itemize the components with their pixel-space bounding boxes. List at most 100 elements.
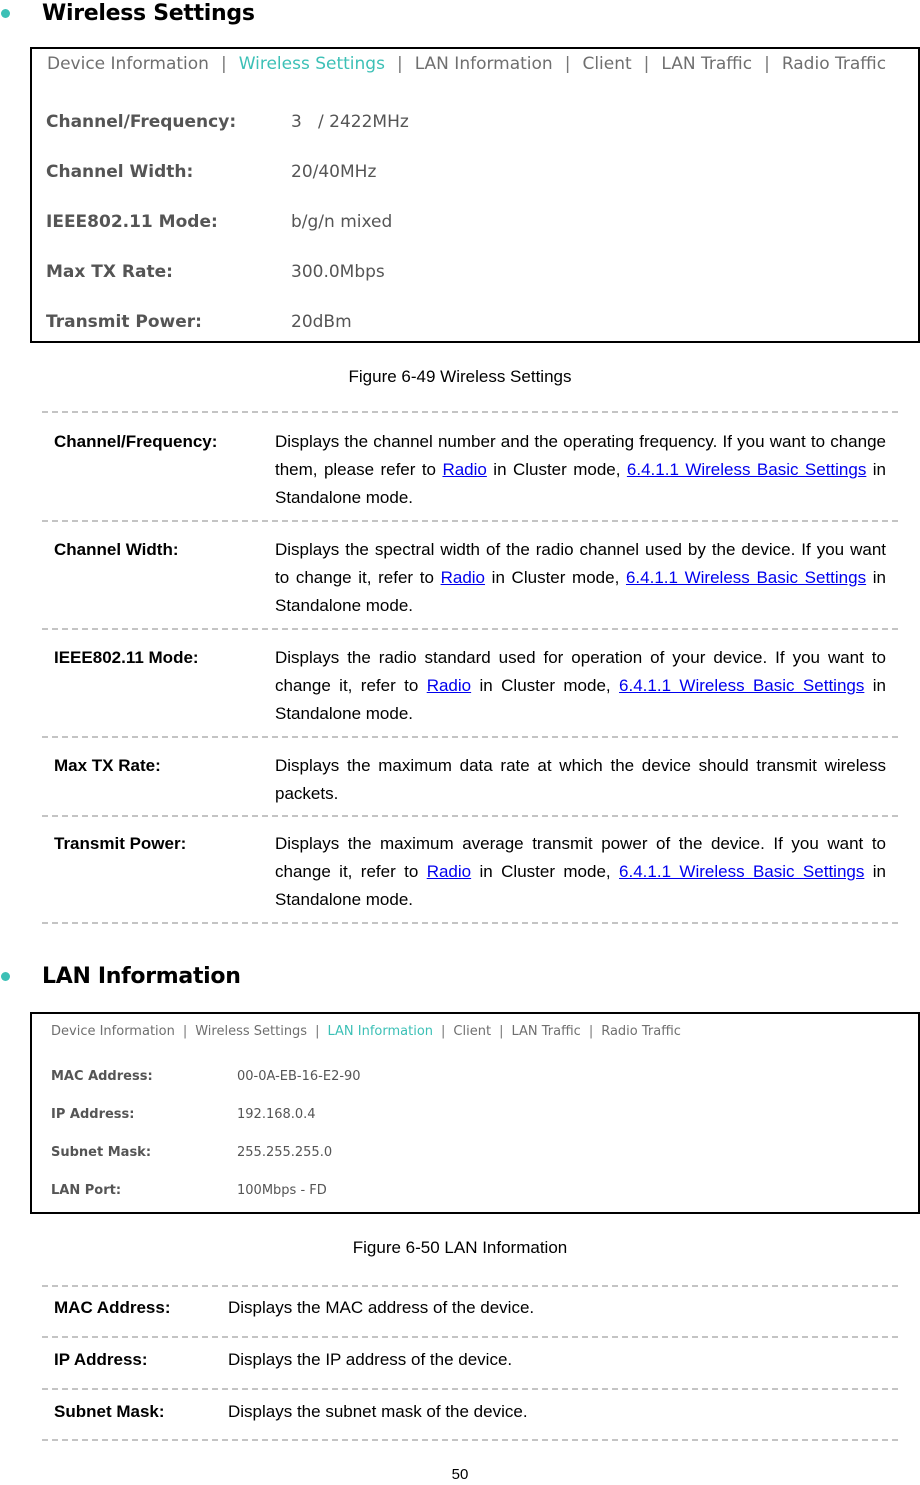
info-row-channel-frequency: Channel/Frequency: 3 / 2422MHz <box>46 112 409 132</box>
link-6-4-1-1-wireless-basic-settings[interactable]: 6.4.1.1 Wireless Basic Settings <box>619 862 864 881</box>
tab-lan-traffic[interactable]: LAN Traffic <box>661 54 752 74</box>
tab-separator: | <box>182 1024 188 1039</box>
definition-term: Channel Width: <box>54 540 179 559</box>
info-row-transmit-power: Transmit Power: 20dBm <box>46 312 352 332</box>
info-value: 192.168.0.4 <box>237 1107 316 1122</box>
section-heading-wireless-settings: Wireless Settings <box>0 0 255 26</box>
tab-radio-traffic[interactable]: Radio Traffic <box>601 1024 681 1039</box>
tab-lan-information[interactable]: LAN Information <box>327 1024 433 1039</box>
dashed-divider <box>42 1285 898 1287</box>
wireless-settings-screenshot: Device Information | Wireless Settings | LAN… <box>30 47 920 343</box>
info-row-channel-width: Channel Width: 20/40MHz <box>46 162 376 182</box>
definition-subnet-mask: Subnet Mask: Displays the subnet mask of … <box>42 1398 898 1426</box>
info-row-subnet-mask: Subnet Mask: 255.255.255.0 <box>51 1145 332 1160</box>
tab-separator: | <box>564 54 571 74</box>
info-row-ieee802-11-mode: IEEE802.11 Mode: b/g/n mixed <box>46 212 392 232</box>
tab-separator: | <box>315 1024 320 1039</box>
link-radio[interactable]: Radio <box>427 676 471 695</box>
tab-separator: | <box>643 54 650 74</box>
link-radio[interactable]: Radio <box>427 862 471 881</box>
link-6-4-1-1-wireless-basic-settings[interactable]: 6.4.1.1 Wireless Basic Settings <box>626 568 866 587</box>
tab-client[interactable]: Client <box>453 1024 491 1039</box>
definition-description: Displays the MAC address of the device. <box>228 1298 535 1317</box>
definition-description: Displays the maximum average transmit po… <box>275 834 886 909</box>
bullet-icon <box>1 971 10 981</box>
definition-term: MAC Address: <box>54 1298 171 1317</box>
definition-term: IEEE802.11 Mode: <box>54 648 199 667</box>
info-value: 20dBm <box>291 312 352 332</box>
definition-mac-address: MAC Address: Displays the MAC address of … <box>42 1294 898 1322</box>
definition-term: Max TX Rate: <box>54 756 161 775</box>
tab-lan-information[interactable]: LAN Information <box>415 54 553 74</box>
link-6-4-1-1-wireless-basic-settings[interactable]: 6.4.1.1 Wireless Basic Settings <box>619 676 864 695</box>
info-value: 00-0A-EB-16-E2-90 <box>237 1069 361 1084</box>
figure-caption: Figure 6-49 Wireless Settings <box>348 367 572 386</box>
info-label: MAC Address: <box>51 1069 153 1084</box>
tab-wireless-settings[interactable]: Wireless Settings <box>239 54 385 74</box>
info-label: IP Address: <box>51 1107 135 1122</box>
info-value: 300.0Mbps <box>291 262 385 282</box>
heading-text: LAN Information <box>42 963 241 989</box>
tab-separator: | <box>396 54 403 74</box>
bullet-icon <box>1 8 10 18</box>
definition-channel-width: Channel Width: Displays the spectral widt… <box>42 536 898 620</box>
info-row-max-tx-rate: Max TX Rate: 300.0Mbps <box>46 262 385 282</box>
dashed-divider <box>42 411 898 413</box>
dashed-divider <box>42 1388 898 1390</box>
tab-client[interactable]: Client <box>582 54 631 74</box>
info-value: 100Mbps - FD <box>237 1183 327 1198</box>
page-number: 50 <box>451 1466 469 1483</box>
dashed-divider <box>42 922 898 924</box>
dashed-divider <box>42 736 898 738</box>
info-value: 20/40MHz <box>291 162 377 182</box>
dashed-divider <box>42 628 898 630</box>
definition-ieee802-11-mode: IEEE802.11 Mode: Displays the radio stand… <box>42 644 898 728</box>
dashed-divider <box>42 1336 898 1338</box>
definition-description: Displays the subnet mask of the device. <box>228 1402 528 1421</box>
info-value: b/g/n mixed <box>291 212 393 232</box>
info-row-lan-port: LAN Port: 100Mbps - FD <box>51 1183 327 1198</box>
info-label: Transmit Power: <box>46 312 202 332</box>
tab-separator: | <box>764 54 770 74</box>
dashed-divider <box>42 1439 898 1441</box>
definition-term: Transmit Power: <box>54 834 187 853</box>
lan-information-screenshot: Device Information | Wireless Settings | LAN… <box>30 1012 920 1214</box>
tab-separator: | <box>441 1024 446 1039</box>
tab-bar: Device Information | Wireless Settings | LAN… <box>51 1024 681 1039</box>
tab-radio-traffic[interactable]: Radio Traffic <box>782 54 886 74</box>
definition-description: Displays the maximum data rate at which … <box>275 756 886 803</box>
definition-ip-address: IP Address: Displays the IP address of th… <box>42 1346 898 1374</box>
info-label: LAN Port: <box>51 1183 122 1198</box>
info-value: 3 / 2422MHz <box>291 112 409 132</box>
definition-term: IP Address: <box>54 1350 148 1369</box>
info-label: Max TX Rate: <box>46 262 173 282</box>
definition-description: Displays the spectral width of the radio… <box>275 540 886 615</box>
info-row-ip-address: IP Address: 192.168.0.4 <box>51 1107 316 1122</box>
definition-channel-frequency: Channel/Frequency: Displays the channel n… <box>42 428 898 512</box>
tab-device-information[interactable]: Device Information <box>51 1024 175 1039</box>
definition-term: Subnet Mask: <box>54 1402 165 1421</box>
definition-description: Displays the channel number and the oper… <box>275 432 886 507</box>
definition-transmit-power: Transmit Power: Displays the maximum aver… <box>42 830 898 914</box>
heading-text: Wireless Settings <box>42 0 255 26</box>
dashed-divider <box>42 520 898 522</box>
tab-separator: | <box>499 1024 504 1039</box>
info-label: Channel Width: <box>46 162 194 182</box>
link-radio[interactable]: Radio <box>442 460 486 479</box>
definition-max-tx-rate: Max TX Rate: Displays the maximum data ra… <box>42 752 898 808</box>
tab-lan-traffic[interactable]: LAN Traffic <box>511 1024 580 1039</box>
tab-device-information[interactable]: Device Information <box>47 54 209 74</box>
link-6-4-1-1-wireless-basic-settings[interactable]: 6.4.1.1 Wireless Basic Settings <box>627 460 866 479</box>
info-value: 255.255.255.0 <box>237 1145 333 1160</box>
link-radio[interactable]: Radio <box>441 568 485 587</box>
tab-separator: | <box>220 54 227 74</box>
tab-bar: Device Information | Wireless Settings | LAN… <box>47 54 886 74</box>
info-row-mac-address: MAC Address: 00-0A-EB-16-E2-90 <box>51 1069 361 1084</box>
info-label: Channel/Frequency: <box>46 112 237 132</box>
dashed-divider <box>42 815 898 817</box>
section-heading-lan-information: LAN Information <box>0 962 241 990</box>
tab-wireless-settings[interactable]: Wireless Settings <box>195 1024 307 1039</box>
figure-caption: Figure 6-50 LAN Information <box>352 1238 568 1257</box>
definition-term: Channel/Frequency: <box>54 432 218 451</box>
info-label: Subnet Mask: <box>51 1145 152 1160</box>
